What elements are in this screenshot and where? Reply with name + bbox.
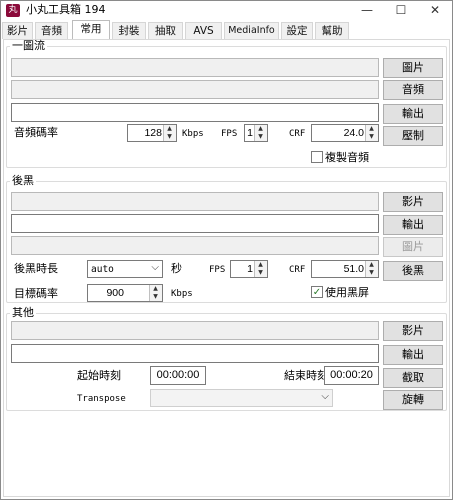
transpose-label: Transpose [77,394,126,404]
other-output-path-field[interactable] [11,344,379,363]
bt-crf-label: CRF [289,265,306,275]
bt-target-bitrate-label: 目標碼率 [14,287,58,300]
group-black-tail-title: 後黑 [10,174,36,187]
use-black-label: 使用黑屏 [325,286,369,299]
tab-extract[interactable]: 抽取 [148,22,183,39]
cut-button[interactable]: 截取 [383,368,443,388]
crf-value: 24.0 [343,127,364,139]
bt-duration-unit: 秒 [171,262,182,275]
use-black-checkbox[interactable]: ✓ [311,286,323,298]
bt-crf-stepper[interactable]: 51.0 ▲ ▼ [311,260,379,278]
group-single-image-title: 一圖流 [10,39,47,52]
copy-audio-checkbox[interactable] [311,151,323,163]
black-tail-button[interactable]: 後黑 [383,261,443,281]
image-path-field[interactable] [11,58,379,77]
spin-down-icon[interactable]: ▼ [150,293,161,301]
fps-value: 1 [247,127,253,139]
tab-common[interactable]: 常用 [72,20,110,40]
audio-path-field[interactable] [11,80,379,99]
spin-down-icon[interactable]: ▼ [255,133,266,141]
bt-target-bitrate-stepper[interactable]: 900 ▲ ▼ [87,284,163,302]
bt-duration-select[interactable]: auto ⌵ [87,260,163,278]
end-time-label: 結束時刻 [284,369,328,382]
other-select-video-button[interactable]: 影片 [383,321,443,341]
spin-up-icon[interactable]: ▲ [366,261,377,269]
tab-avs[interactable]: AVS [185,22,222,39]
group-other-title: 其他 [10,306,36,319]
bt-target-bitrate-value: 900 [106,287,124,299]
transpose-select[interactable]: ⌵ [150,389,333,407]
bt-select-image-button[interactable]: 圖片 [383,237,443,257]
other-video-path-field[interactable] [11,321,379,340]
encode-button[interactable]: 壓制 [383,126,443,146]
other-select-output-button[interactable]: 輸出 [383,345,443,365]
close-button[interactable]: ✕ [418,1,452,21]
app-icon: 丸 [6,4,20,17]
spin-up-icon[interactable]: ▲ [164,125,175,133]
bt-duration-label: 後黑時長 [14,262,58,275]
bt-output-path-field[interactable] [11,214,379,233]
spin-up-icon[interactable]: ▲ [255,125,266,133]
bt-fps-label: FPS [209,265,226,275]
spin-down-icon[interactable]: ▼ [255,269,266,277]
bt-fps-stepper[interactable]: 1 ▲ ▼ [230,260,268,278]
bt-crf-value: 51.0 [343,263,364,275]
bt-select-output-button[interactable]: 輸出 [383,215,443,235]
bt-target-bitrate-unit: Kbps [171,289,193,299]
spin-up-icon[interactable]: ▲ [150,285,161,293]
crf-stepper[interactable]: 24.0 ▲ ▼ [311,124,379,142]
chevron-down-icon: ⌵ [151,262,159,273]
output-path-field[interactable] [11,103,379,122]
bt-select-video-button[interactable]: 影片 [383,192,443,212]
bt-video-path-field[interactable] [11,192,379,211]
spin-up-icon[interactable]: ▲ [255,261,266,269]
end-time-input[interactable]: 00:00:20 [324,366,379,385]
select-image-button[interactable]: 圖片 [383,58,443,78]
audio-bitrate-label: 音頻碼率 [14,126,58,139]
chevron-down-icon: ⌵ [321,391,329,402]
maximize-button[interactable]: ☐ [384,1,418,21]
bt-image-path-field [11,236,379,255]
fps-label: FPS [221,129,238,139]
select-output-button[interactable]: 輸出 [383,104,443,124]
start-time-label: 起始時刻 [77,369,121,382]
spin-down-icon[interactable]: ▼ [164,133,175,141]
select-audio-button[interactable]: 音頻 [383,80,443,100]
rotate-button[interactable]: 旋轉 [383,390,443,410]
minimize-button[interactable]: — [350,1,384,21]
spin-down-icon[interactable]: ▼ [366,133,377,141]
tab-audio[interactable]: 音頻 [35,22,68,39]
copy-audio-label: 複製音頻 [325,151,369,164]
audio-bitrate-stepper[interactable]: 128 ▲ ▼ [127,124,177,142]
tab-help[interactable]: 幫助 [315,22,349,39]
spin-down-icon[interactable]: ▼ [366,269,377,277]
tab-mux[interactable]: 封裝 [112,22,146,39]
bt-fps-value: 1 [247,263,253,275]
audio-bitrate-value: 128 [144,127,162,139]
bt-duration-value: auto [91,264,114,275]
crf-label: CRF [289,129,306,139]
start-time-input[interactable]: 00:00:00 [150,366,206,385]
audio-bitrate-unit: Kbps [182,129,204,139]
fps-stepper[interactable]: 1 ▲ ▼ [244,124,268,142]
spin-up-icon[interactable]: ▲ [366,125,377,133]
tab-mediainfo[interactable]: MediaInfo [224,22,279,39]
tab-settings[interactable]: 設定 [281,22,313,39]
window-title: 小丸工具箱 194 [26,3,106,16]
tab-video[interactable]: 影片 [2,22,33,39]
